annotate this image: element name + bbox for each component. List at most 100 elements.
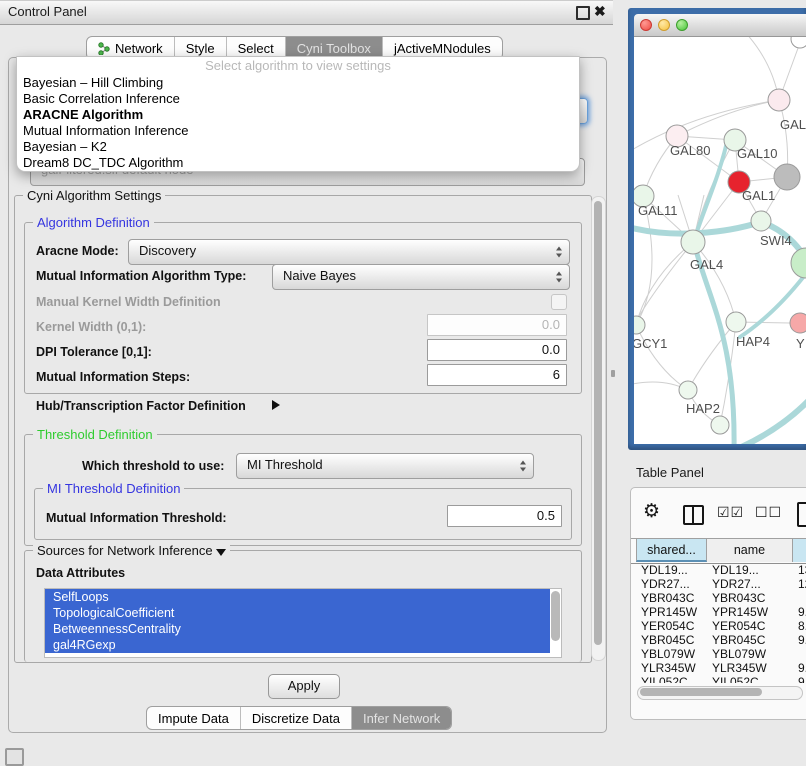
kernel-width-field[interactable]: 0.0 [427,314,567,336]
expand-arrow-icon[interactable] [272,400,280,410]
network-icon [98,42,110,55]
group-title: Cyni Algorithm Settings [23,188,165,203]
network-node-label: HAP4 [736,334,770,349]
mi-steps-label: Mutual Information Steps: [36,370,190,384]
spinner-arrows-icon [556,247,562,258]
which-threshold-combo[interactable]: MI Threshold [236,453,534,479]
data-attribute-item[interactable]: TopologicalCoefficient [45,605,550,621]
table-cell: 9. [798,675,806,683]
collapse-arrow-icon[interactable] [216,549,226,556]
popup-placeholder: Select algorithm to view settings [17,57,579,75]
network-node-gal4[interactable] [681,230,705,254]
network-node-gal[interactable] [768,89,790,111]
table-cell: YDL19... [641,563,688,577]
algorithm-option[interactable]: Bayesian – Hill Climbing [17,75,579,91]
table-cell: 8. [798,619,806,633]
table-row[interactable]: YLR345WYLR345W9. [636,661,806,675]
algorithm-option[interactable]: ARACNE Algorithm [17,107,579,123]
network-node-label: GAL [780,117,806,132]
scrollbar-thumb[interactable] [640,688,762,696]
table-row[interactable]: YBR045CYBR045C9. [636,633,806,647]
table-row[interactable]: YER054CYER054C8. [636,619,806,633]
restore-panel-icon[interactable] [5,748,24,766]
cyni-bottom-tabbar: Impute Data Discretize Data Infer Networ… [146,706,452,730]
table-row[interactable]: YBR043CYBR043C [636,591,806,605]
tab-discretize-data[interactable]: Discretize Data [240,707,351,729]
new-table-icon[interactable] [797,502,806,527]
network-node[interactable] [774,164,800,190]
hub-definition-label: Hub/Transcription Factor Definition [36,399,246,413]
field-value: 6 [553,367,560,382]
network-node[interactable] [791,248,806,278]
column-header-partial[interactable]: A [793,539,806,562]
table-row[interactable]: YIL052CYIL052C9. [636,675,806,683]
table-cell: YLR345W [641,661,696,675]
scrollbar-thumb[interactable] [594,201,602,645]
dpi-tolerance-field[interactable]: 0.0 [427,339,567,361]
table-cell: 12 [798,577,806,591]
data-attribute-item[interactable]: gal4RGexp [45,637,550,653]
algorithm-option[interactable]: Mutual Information Inference [17,123,579,139]
gear-icon[interactable]: ⚙ [643,500,660,522]
network-node-hap4[interactable] [726,312,746,332]
aracne-mode-combo[interactable]: Discovery [128,239,570,265]
group-title: Algorithm Definition [33,215,154,230]
network-edge-highlighted[interactable] [737,397,806,444]
group-title: MI Threshold Definition [43,481,184,496]
network-node[interactable] [791,37,806,48]
float-window-icon[interactable] [576,6,590,20]
group-title: Threshold Definition [33,427,157,442]
network-edge[interactable] [636,325,688,390]
apply-button[interactable]: Apply [268,674,340,699]
column-header-name[interactable]: name [707,539,793,562]
network-canvas[interactable]: GALGAL80GAL10GAL1GAL11SWI4GAL4GCY1HAP4YH… [634,37,806,444]
combo-value: MI Threshold [247,454,323,476]
table-row[interactable]: YPR145WYPR145W9. [636,605,806,619]
algorithm-option[interactable]: Dream8 DC_TDC Algorithm [17,155,579,171]
algorithm-option[interactable]: Basic Correlation Inference [17,91,579,107]
table-cell: 9. [798,633,806,647]
network-window-titlebar[interactable] [634,14,806,37]
deselect-all-icon[interactable]: ☐☐ [755,505,782,521]
manual-kernel-checkbox[interactable] [551,294,567,310]
tab-impute-data[interactable]: Impute Data [147,707,240,729]
select-all-icon[interactable]: ☑☑ [717,505,744,521]
table-row[interactable]: YDR27...YDR27...12 [636,577,806,591]
network-node-gcy1[interactable] [634,316,645,334]
field-value: 0.5 [537,508,555,523]
table-hscrollbar[interactable] [637,686,803,700]
network-node[interactable] [711,416,729,434]
panel-splitter[interactable] [611,370,615,377]
network-node-y[interactable] [790,313,806,333]
mi-type-combo[interactable]: Naive Bayes [272,264,570,290]
tab-infer-network[interactable]: Infer Network [351,707,451,729]
spinner-arrows-icon [556,272,562,283]
settings-scrollbar[interactable] [591,196,606,661]
data-attributes-list[interactable]: SelfLoopsTopologicalCoefficientBetweenne… [44,588,562,658]
network-node-hap2[interactable] [679,381,697,399]
network-edge[interactable] [636,242,693,325]
network-edge[interactable] [677,100,779,136]
network-node-swi4[interactable] [751,211,771,231]
data-attribute-item[interactable]: SelfLoops [45,589,550,605]
close-traffic-light[interactable] [640,19,652,31]
tab-label: Infer Network [363,711,440,726]
list-scrollbar[interactable] [551,591,560,641]
minimize-traffic-light[interactable] [658,19,670,31]
column-header-shared-name[interactable]: shared... [636,539,707,562]
close-icon[interactable]: ✖ [594,3,606,20]
table-row[interactable]: YBL079WYBL079W [636,647,806,661]
control-panel-titlebar: Control Panel ✖ [0,0,613,25]
data-attribute-item[interactable]: BetweennessCentrality [45,621,550,637]
algorithm-option[interactable]: Bayesian – K2 [17,139,579,155]
zoom-traffic-light[interactable] [676,19,688,31]
table-panel-title: Table Panel [636,465,704,480]
dpi-tolerance-label: DPI Tolerance [0,1]: [36,345,152,359]
tab-label: Discretize Data [252,711,340,726]
table-header: shared... name A [631,538,806,564]
mi-steps-field[interactable]: 6 [427,364,567,386]
mi-threshold-field[interactable]: 0.5 [447,505,562,527]
network-node-label: GAL1 [742,188,775,203]
column-browser-icon[interactable] [683,505,704,525]
table-row[interactable]: YDL19...YDL19...13 [636,563,806,577]
